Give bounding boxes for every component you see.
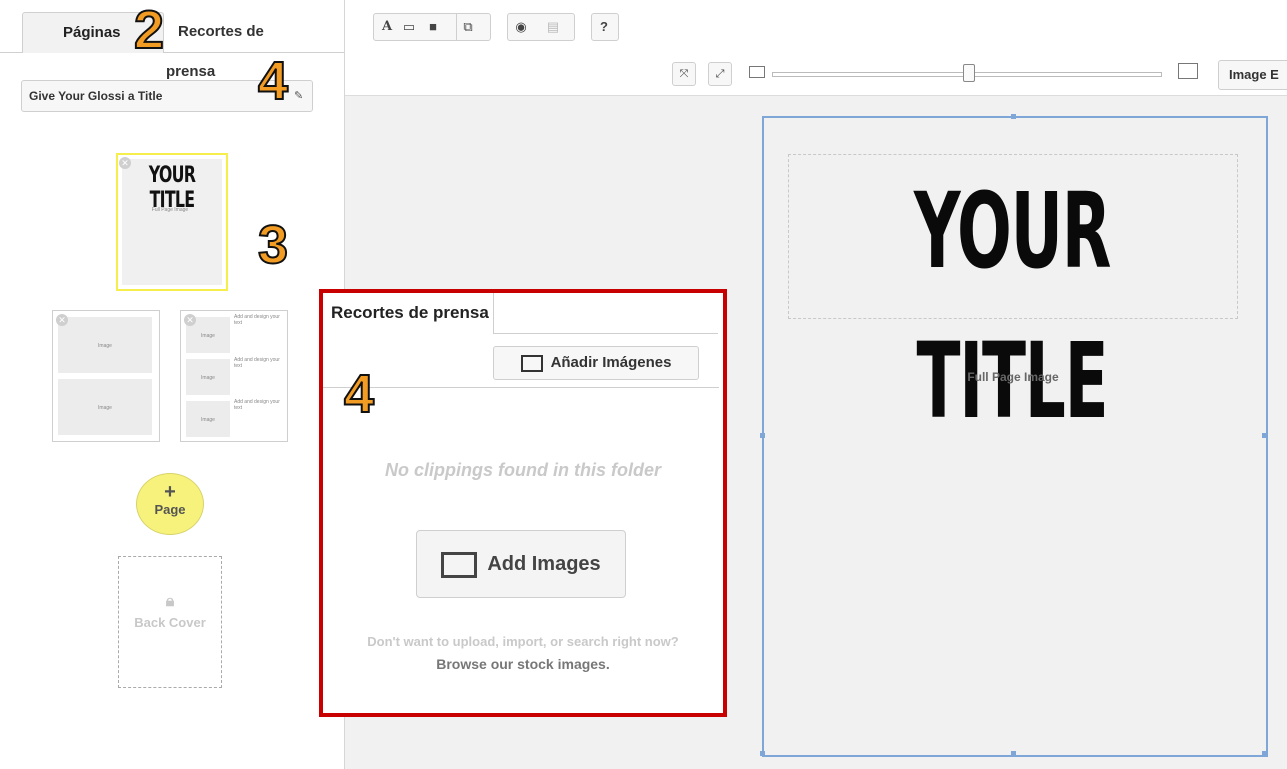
copy-tool-icon[interactable]: ⧉ bbox=[456, 14, 479, 40]
resize-handle[interactable] bbox=[1262, 751, 1267, 756]
clippings-tab[interactable]: Recortes de prensa bbox=[323, 293, 493, 334]
resize-handle[interactable] bbox=[1011, 114, 1016, 119]
resize-handle[interactable] bbox=[760, 751, 765, 756]
empty-folder-message: No clippings found in this folder bbox=[385, 460, 661, 480]
add-images-small-button[interactable]: Añadir Imágenes bbox=[493, 346, 699, 380]
add-images-small-label: Añadir Imágenes bbox=[550, 354, 672, 371]
image-placeholder-label: Image bbox=[201, 417, 215, 423]
back-cover-label: Back Cover bbox=[134, 615, 206, 630]
image-placeholder: Image bbox=[58, 317, 152, 373]
image-placeholder: Image bbox=[58, 379, 152, 435]
add-images-large-button[interactable]: Add Images bbox=[416, 530, 626, 598]
image-icon bbox=[520, 354, 543, 372]
zoom-slider-handle[interactable] bbox=[963, 64, 975, 82]
annotation-number: 4 bbox=[343, 364, 375, 424]
page-title-text[interactable]: YOUR TITLE bbox=[873, 156, 1151, 456]
image-icon bbox=[441, 551, 478, 578]
text-placeholder-label: Add and design your text bbox=[234, 314, 280, 326]
image-placeholder-label: Image bbox=[98, 405, 112, 411]
tab-clippings[interactable]: Recortes de prensa bbox=[166, 12, 316, 80]
image-placeholder-label: Image bbox=[98, 343, 112, 349]
plus-icon: + bbox=[164, 481, 176, 503]
image-placeholder: Image bbox=[186, 401, 230, 437]
resize-handle[interactable] bbox=[1262, 433, 1267, 438]
image-placeholder-label: Image bbox=[201, 375, 215, 381]
add-page-label: Page bbox=[154, 502, 186, 517]
pencil-icon[interactable]: ✎ bbox=[294, 89, 304, 102]
resize-handle[interactable] bbox=[1011, 751, 1016, 756]
large-image-icon bbox=[1178, 63, 1198, 79]
back-cover-thumbnail: 🔒︎ Back Cover bbox=[118, 556, 222, 688]
page-thumbnail-image-text[interactable]: Image Add and design your text Image Add… bbox=[180, 310, 288, 442]
cover-page-thumbnail[interactable]: YOUR TITLE Full Page Image bbox=[116, 153, 228, 291]
small-image-icon bbox=[749, 66, 765, 78]
delete-page-icon[interactable]: ✕ bbox=[119, 157, 131, 169]
video-tool-icon[interactable]: ■ bbox=[422, 14, 444, 40]
help-toolbar-group: ? bbox=[591, 13, 619, 41]
lock-icon: 🔒︎ bbox=[165, 593, 175, 610]
add-page-button[interactable]: + Page bbox=[136, 473, 204, 535]
annotation-number: 4 bbox=[257, 51, 289, 111]
delete-page-icon[interactable]: ✕ bbox=[184, 314, 196, 326]
cover-thumbnail-caption: Full Page Image bbox=[151, 207, 189, 213]
preview-eye-icon[interactable]: ◉ bbox=[510, 14, 532, 40]
book-view-icon[interactable]: ▤ bbox=[542, 14, 564, 40]
view-toolbar-group: ◉ ▤ bbox=[507, 13, 575, 41]
text-tool-button[interactable]: A bbox=[376, 14, 398, 40]
expand-icon[interactable]: ⤢ bbox=[708, 62, 732, 86]
image-tool-icon[interactable]: ▭ bbox=[398, 14, 420, 40]
image-placeholder-label: Image bbox=[201, 333, 215, 339]
annotation-number: 2 bbox=[133, 0, 165, 60]
full-page-image-label: Full Page Image bbox=[967, 370, 1059, 384]
cover-thumbnail-title: YOUR TITLE bbox=[148, 163, 196, 213]
clippings-tab-divider bbox=[493, 293, 718, 334]
resize-handle[interactable] bbox=[760, 433, 765, 438]
add-images-large-label: Add Images bbox=[487, 553, 601, 575]
image-placeholder: Image bbox=[186, 359, 230, 395]
help-icon[interactable]: ? bbox=[593, 14, 615, 40]
fit-image-icon[interactable]: ⤧ bbox=[672, 62, 696, 86]
browse-prompt-text: Don't want to upload, import, or search … bbox=[367, 634, 679, 649]
text-placeholder-label: Add and design your text bbox=[234, 357, 280, 369]
clippings-divider bbox=[323, 387, 719, 388]
browse-stock-images-link[interactable]: Browse our stock images. bbox=[323, 656, 723, 672]
text-placeholder-label: Add and design your text bbox=[234, 399, 280, 411]
page-thumbnail-two-images[interactable]: Image Image bbox=[52, 310, 160, 442]
image-edit-button[interactable]: Image E bbox=[1218, 60, 1287, 90]
annotation-number: 3 bbox=[257, 215, 289, 275]
insert-toolbar-group: A ▭ ■ ⧉ bbox=[373, 13, 491, 41]
delete-page-icon[interactable]: ✕ bbox=[56, 314, 68, 326]
